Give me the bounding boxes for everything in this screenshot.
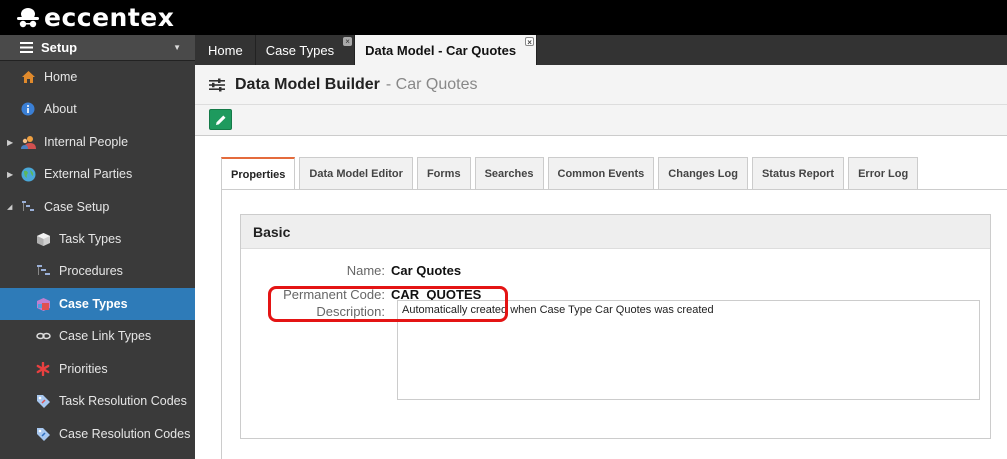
home-icon	[20, 69, 36, 85]
brand-name: eccentex	[44, 3, 175, 32]
sidebar-item-case-link-types[interactable]: Case Link Types	[0, 320, 195, 352]
sidebar-item-task-resolution-codes[interactable]: Task Resolution Codes	[0, 385, 195, 417]
sidebar-item-label: Task Resolution Codes	[59, 394, 187, 408]
caret-down-icon: ▼	[173, 43, 181, 52]
tab-label: Data Model - Car Quotes	[365, 42, 517, 58]
sidebar-item-home[interactable]: Home	[0, 61, 195, 93]
brand-logo[interactable]: eccentex	[16, 5, 174, 30]
sidebar-item-label: Home	[44, 70, 78, 84]
close-icon[interactable]: ×	[525, 37, 535, 47]
tab-label: Home	[208, 42, 243, 58]
tab-home[interactable]: Home	[195, 35, 256, 65]
tab-data-model-car-quotes[interactable]: Data Model - Car Quotes ×	[355, 35, 538, 65]
sidebar-item-label: Internal People	[44, 135, 129, 149]
procedure-icon	[35, 263, 51, 279]
sidebar-item-label: About	[44, 102, 77, 116]
link-icon	[35, 328, 51, 344]
sidebar-item-label: Task Types	[59, 232, 122, 246]
tag-icon	[35, 393, 51, 409]
sidebar-item-label: Procedures	[59, 264, 123, 278]
tab-case-types[interactable]: Case Types ×	[255, 35, 356, 65]
subtab-searches[interactable]: Searches	[474, 157, 544, 189]
sidebar-item-label: Case Link Types	[59, 329, 152, 343]
tab-bar: Home Case Types × Data Model - Car Quote…	[195, 35, 1007, 65]
sidebar-item-case-setup[interactable]: ◢ Case Setup	[0, 191, 195, 223]
sidebar-item-label: Priorities	[59, 362, 108, 376]
sidebar-item-label: External Parties	[44, 167, 133, 181]
collapse-arrow-icon[interactable]: ◢	[7, 203, 12, 211]
sidebar-item-label: Case Types	[59, 297, 128, 311]
sidebar-item-label: Case Resolution Codes	[59, 427, 191, 441]
expand-arrow-icon[interactable]: ▶	[7, 138, 13, 147]
sidebar-header-label: Setup	[41, 40, 78, 55]
subtab-forms[interactable]: Forms	[416, 157, 471, 189]
asterisk-icon	[35, 361, 51, 377]
sidebar: Setup ▼ Home About ▶ Internal People ▶ E…	[0, 35, 195, 459]
highlight-annotation	[268, 286, 508, 322]
name-value: Car Quotes	[391, 263, 462, 278]
people-icon	[20, 134, 36, 150]
pencil-icon	[215, 115, 225, 125]
sidebar-item-case-types[interactable]: Case Types	[0, 288, 195, 320]
sidebar-item-internal-people[interactable]: ▶ Internal People	[0, 126, 195, 158]
sidebar-item-about[interactable]: About	[0, 93, 195, 125]
sidebar-item-task-types[interactable]: Task Types	[0, 223, 195, 255]
page-subtitle: - Car Quotes	[385, 75, 478, 93]
sidebar-item-priorities[interactable]: Priorities	[0, 353, 195, 385]
sidebar-item-procedures[interactable]: Procedures	[0, 255, 195, 287]
subtab-common-events[interactable]: Common Events	[547, 157, 655, 189]
sidebar-header[interactable]: Setup ▼	[0, 35, 195, 61]
case-types-icon	[35, 296, 51, 312]
sidebar-item-case-resolution-codes[interactable]: Case Resolution Codes	[0, 418, 195, 450]
hamburger-icon	[20, 42, 33, 53]
edit-button[interactable]	[209, 109, 232, 130]
subtab-bar: Properties Data Model Editor Forms Searc…	[221, 157, 922, 190]
tab-label: Case Types	[265, 42, 335, 58]
section-title: Basic	[241, 215, 990, 249]
hat-glasses-icon	[17, 7, 39, 27]
toolbar	[195, 105, 1007, 136]
subtab-changes-log[interactable]: Changes Log	[658, 157, 748, 189]
case-setup-icon	[20, 199, 36, 215]
close-icon[interactable]: ×	[343, 37, 353, 46]
subtab-properties[interactable]: Properties	[221, 157, 296, 190]
basic-section: Basic Name: Car Quotes Permanent Code: C…	[240, 214, 991, 439]
sidebar-item-external-parties[interactable]: ▶ External Parties	[0, 158, 195, 190]
subtab-error-log[interactable]: Error Log	[848, 157, 919, 189]
info-icon	[20, 101, 36, 117]
sliders-icon	[209, 78, 225, 91]
page-title: Data Model Builder	[235, 75, 380, 93]
name-row: Name: Car Quotes	[241, 263, 990, 278]
tag-icon	[35, 426, 51, 442]
brand-bar: eccentex	[0, 0, 1007, 35]
name-label: Name:	[346, 263, 385, 278]
subtab-status-report[interactable]: Status Report	[751, 157, 845, 189]
subtab-data-model-editor[interactable]: Data Model Editor	[299, 157, 413, 189]
sidebar-item-label: Case Setup	[44, 200, 110, 214]
expand-arrow-icon[interactable]: ▶	[7, 170, 13, 179]
globe-icon	[20, 166, 36, 182]
cube-icon	[35, 231, 51, 247]
page-header: Data Model Builder - Car Quotes	[195, 65, 1007, 105]
